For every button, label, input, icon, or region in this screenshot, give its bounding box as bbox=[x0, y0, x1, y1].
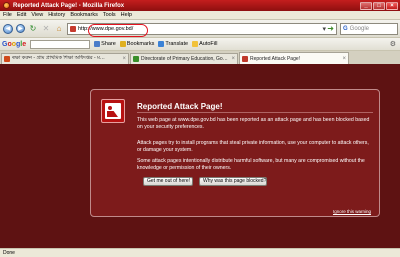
stop-icon[interactable]: ✕ bbox=[41, 24, 51, 34]
window-titlebar: Reported Attack Page! - Mozilla Firefox … bbox=[0, 0, 400, 11]
tab-reported-attack[interactable]: Reported Attack Page! × bbox=[239, 52, 349, 64]
menu-file[interactable]: File bbox=[3, 12, 12, 18]
get-me-out-button[interactable]: Get me out of here! bbox=[143, 177, 193, 186]
menu-help[interactable]: Help bbox=[121, 12, 132, 18]
share-button[interactable]: Share bbox=[94, 41, 116, 47]
search-box[interactable]: G Google bbox=[340, 22, 398, 35]
blocked-shield-icon bbox=[101, 99, 125, 123]
menu-bookmarks[interactable]: Bookmarks bbox=[70, 12, 98, 18]
tab-favicon-icon bbox=[133, 56, 139, 62]
dialog-title: Reported Attack Page! bbox=[137, 102, 223, 111]
tab-label: Reported Attack Page! bbox=[250, 55, 301, 62]
tab-favicon-icon bbox=[4, 56, 10, 62]
ignore-warning-link[interactable]: Ignore this warning bbox=[333, 209, 371, 214]
menu-bar: File Edit View History Bookmarks Tools H… bbox=[0, 11, 400, 20]
attack-warning-dialog: Reported Attack Page! This web page at w… bbox=[90, 89, 380, 217]
status-bar: Done bbox=[0, 248, 400, 257]
url-bar[interactable]: http://www.dpe.gov.bd/ ▾ ➜ bbox=[67, 22, 337, 35]
navigation-toolbar: ◀ ▶ ↻ ✕ ⌂ http://www.dpe.gov.bd/ ▾ ➜ G G… bbox=[0, 20, 400, 38]
dialog-note: Some attack pages intentionally distribu… bbox=[137, 158, 365, 171]
star-icon bbox=[119, 41, 126, 47]
why-blocked-button[interactable]: Why was this page blocked? bbox=[199, 177, 267, 186]
tab-close-icon[interactable]: × bbox=[231, 56, 235, 62]
menu-tools[interactable]: Tools bbox=[103, 12, 116, 18]
tab-close-icon[interactable]: × bbox=[122, 56, 126, 62]
go-arrow-icon[interactable]: ➜ bbox=[327, 24, 334, 33]
wrench-icon[interactable]: ⚙ bbox=[390, 40, 396, 48]
share-icon bbox=[94, 41, 101, 47]
close-button[interactable]: × bbox=[386, 1, 398, 10]
reload-icon[interactable]: ↻ bbox=[28, 24, 38, 34]
url-dropdown-icon[interactable]: ▾ bbox=[322, 25, 326, 33]
dialog-divider bbox=[137, 112, 373, 113]
autofill-button[interactable]: AutoFill bbox=[192, 41, 217, 47]
translate-button[interactable]: Translate bbox=[158, 41, 188, 47]
bookmarks-button[interactable]: Bookmarks bbox=[119, 41, 154, 47]
window-controls: _ □ × bbox=[360, 1, 398, 10]
maximize-button[interactable]: □ bbox=[373, 1, 385, 10]
menu-view[interactable]: View bbox=[31, 12, 43, 18]
site-favicon-icon bbox=[70, 25, 76, 32]
toolbar-settings: ⚙ bbox=[390, 40, 396, 48]
dialog-explanation: Attack pages try to install programs tha… bbox=[137, 140, 369, 153]
tab-favicon-icon bbox=[242, 55, 248, 62]
tab-label: Directorate of Primary Education, Gove… bbox=[141, 56, 230, 62]
menu-edit[interactable]: Edit bbox=[17, 12, 26, 18]
search-placeholder: Google bbox=[349, 25, 370, 32]
minimize-button[interactable]: _ bbox=[360, 1, 372, 10]
tab-directorate[interactable]: Directorate of Primary Education, Gove… … bbox=[130, 53, 238, 64]
dialog-message: This web page at www.dpe.gov.bd has been… bbox=[137, 117, 370, 130]
window-title: Reported Attack Page! - Mozilla Firefox bbox=[13, 2, 125, 9]
tab-bangla-page[interactable]: ৰক্ষা করুন - গ্রাম প্রাথমিক শিক্ষা অধিদপ… bbox=[1, 53, 129, 64]
google-icon: G bbox=[343, 25, 348, 32]
url-text[interactable]: http://www.dpe.gov.bd/ bbox=[78, 26, 133, 32]
google-toolbar-search[interactable] bbox=[30, 39, 91, 49]
forward-button[interactable]: ▶ bbox=[16, 24, 25, 33]
page-content: Reported Attack Page! This web page at w… bbox=[0, 64, 400, 248]
menu-history[interactable]: History bbox=[48, 12, 65, 18]
firefox-icon bbox=[3, 2, 10, 9]
back-button[interactable]: ◀ bbox=[3, 23, 13, 34]
pencil-icon bbox=[192, 41, 199, 47]
status-text: Done bbox=[3, 250, 15, 256]
tab-label: ৰক্ষা করুন - গ্রাম প্রাথমিক শিক্ষা অধিদপ… bbox=[12, 55, 105, 61]
home-icon[interactable]: ⌂ bbox=[54, 24, 64, 34]
translate-icon bbox=[158, 41, 165, 47]
tab-close-icon[interactable]: × bbox=[342, 56, 346, 62]
google-toolbar: Google Share Bookmarks Translate AutoFil… bbox=[0, 38, 400, 51]
google-logo: Google bbox=[2, 40, 27, 48]
tab-bar: ৰক্ষা করুন - গ্রাম প্রাথমিক শিক্ষা অধিদপ… bbox=[0, 51, 400, 64]
